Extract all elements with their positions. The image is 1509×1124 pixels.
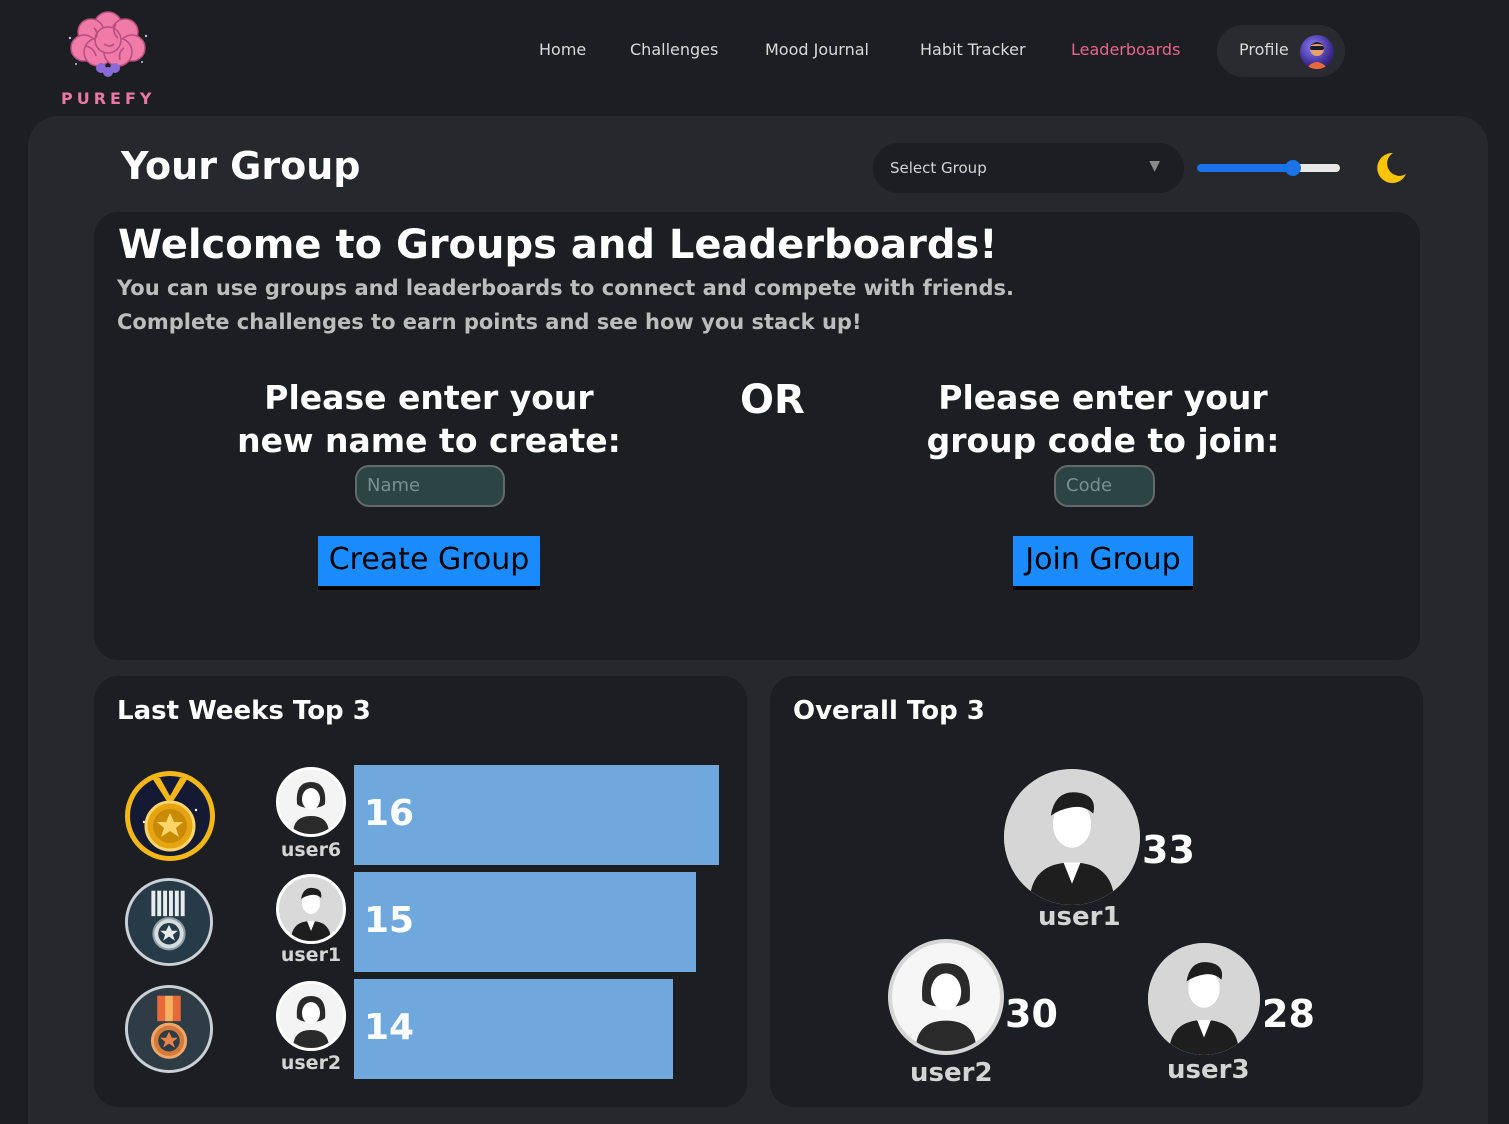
- avatar: [276, 981, 346, 1051]
- join-group-button[interactable]: Join Group: [1013, 536, 1193, 586]
- gold-medal-icon: [125, 771, 215, 861]
- score-value: 28: [1262, 992, 1315, 1036]
- avatar: [888, 939, 1004, 1055]
- score-value: 15: [364, 900, 415, 941]
- avatar: [1004, 769, 1140, 905]
- overall-title: Overall Top 3: [793, 696, 985, 726]
- female-user-icon: [892, 943, 1000, 1051]
- group-select-value: Select Group: [890, 159, 987, 177]
- join-prompt-line-1: Please enter your: [938, 378, 1268, 417]
- score-value: 33: [1142, 828, 1195, 872]
- group-code-input[interactable]: Code: [1054, 465, 1155, 507]
- overall-panel: Overall Top 3 33 user1 30 user2 28 user3: [770, 676, 1423, 1107]
- page-title: Your Group: [121, 144, 361, 188]
- welcome-line-1: You can use groups and leaderboards to c…: [117, 276, 1014, 300]
- score-value: 14: [364, 1007, 415, 1048]
- user-name: user3: [1167, 1055, 1250, 1085]
- profile-label: Profile: [1239, 40, 1289, 59]
- score-bar: 16: [354, 765, 719, 865]
- caret-down-icon: ▼: [1149, 158, 1160, 174]
- create-prompt-line-2: new name to create:: [237, 421, 621, 460]
- range-slider[interactable]: [1197, 160, 1340, 176]
- score-value: 16: [364, 793, 415, 834]
- user-name: user2: [280, 1052, 342, 1074]
- profile-avatar: [1300, 35, 1334, 69]
- female-user-icon: [279, 770, 343, 834]
- nav-habit-tracker[interactable]: Habit Tracker: [920, 40, 1026, 59]
- score-value: 30: [1005, 992, 1058, 1036]
- nav-home[interactable]: Home: [539, 40, 586, 59]
- welcome-panel: Welcome to Groups and Leaderboards! You …: [94, 212, 1420, 660]
- user-name: user2: [910, 1058, 993, 1088]
- bronze-medal-icon: [124, 984, 214, 1074]
- silver-medal-icon: [124, 877, 214, 967]
- user-name: user1: [1038, 902, 1121, 932]
- avatar: [1148, 943, 1260, 1055]
- nav-leaderboards[interactable]: Leaderboards: [1071, 40, 1180, 59]
- slider-fill: [1197, 164, 1295, 172]
- nav-challenges[interactable]: Challenges: [630, 40, 718, 59]
- male-user-icon: [279, 877, 343, 941]
- avatar: [276, 767, 346, 837]
- join-prompt-line-2: group code to join:: [926, 421, 1280, 460]
- avatar: [276, 874, 346, 944]
- male-user-icon: [1148, 943, 1260, 1055]
- welcome-title: Welcome to Groups and Leaderboards!: [118, 222, 998, 268]
- moon-icon[interactable]: [1371, 150, 1407, 186]
- group-name-input[interactable]: Name: [355, 465, 505, 507]
- slider-thumb[interactable]: [1285, 160, 1301, 176]
- score-bar: 15: [354, 872, 696, 972]
- last-week-panel: Last Weeks Top 3 user6 16 user1 15 user2…: [94, 676, 747, 1107]
- score-bar: 14: [354, 979, 673, 1079]
- group-select[interactable]: Select Group ▼: [873, 143, 1184, 193]
- join-prompt: Please enter your group code to join:: [914, 376, 1292, 462]
- welcome-line-2: Complete challenges to earn points and s…: [117, 310, 862, 334]
- or-divider: OR: [740, 377, 805, 423]
- male-user-icon: [1004, 769, 1140, 905]
- user-name: user1: [280, 944, 342, 966]
- user-name: user6: [280, 839, 342, 861]
- create-prompt-line-1: Please enter your: [264, 378, 594, 417]
- nav-mood-journal[interactable]: Mood Journal: [765, 40, 869, 59]
- brand-name: PUREFY: [61, 89, 156, 108]
- female-user-icon: [279, 984, 343, 1048]
- profile-button[interactable]: Profile: [1217, 25, 1345, 77]
- create-group-button[interactable]: Create Group: [318, 536, 540, 586]
- create-prompt: Please enter your new name to create:: [234, 376, 624, 462]
- last-week-title: Last Weeks Top 3: [117, 696, 371, 726]
